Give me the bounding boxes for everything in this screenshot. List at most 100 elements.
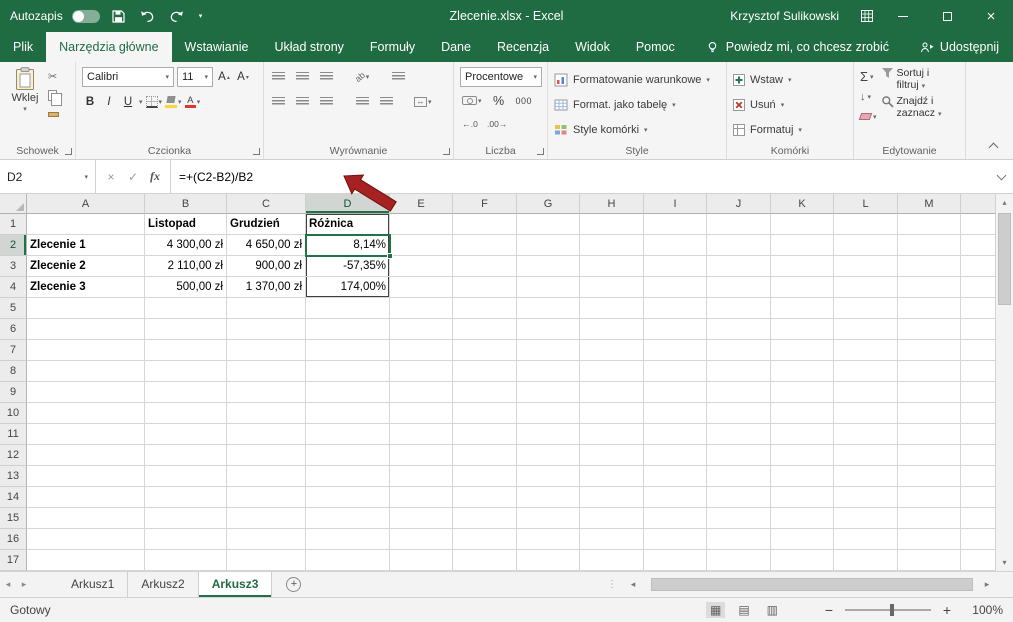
cell-b9[interactable] [145,382,227,403]
insert-cells-button[interactable]: Wstaw ▾ [733,67,848,92]
paste-button[interactable]: Wklej ▾ [6,67,44,121]
cell-l10[interactable] [834,403,898,424]
cell-e17[interactable] [390,550,453,571]
sheet-nav-left-icon[interactable]: ◂ [0,579,16,590]
cell-j14[interactable] [707,487,771,508]
cell-j9[interactable] [707,382,771,403]
cell-g8[interactable] [517,361,580,382]
scroll-right-icon[interactable]: ▸ [979,579,995,590]
cell-c16[interactable] [227,529,306,550]
column-header-e[interactable]: E [390,194,453,214]
cell-k12[interactable] [771,445,834,466]
row-header-10[interactable]: 10 [0,403,27,424]
cell-a9[interactable] [27,382,145,403]
cell-h6[interactable] [580,319,644,340]
accounting-format-button[interactable]: ▾ [462,91,482,110]
cell-c12[interactable] [227,445,306,466]
cell-d5[interactable] [306,298,390,319]
cell-l12[interactable] [834,445,898,466]
format-painter-button[interactable] [48,108,63,121]
cell-i14[interactable] [644,487,707,508]
cell-a2[interactable]: Zlecenie 1 [27,235,145,256]
cell-f9[interactable] [453,382,517,403]
cell-e11[interactable] [390,424,453,445]
page-layout-view-button[interactable]: ▤ [734,602,753,618]
cell-k17[interactable] [771,550,834,571]
cell-i15[interactable] [644,508,707,529]
cell-d16[interactable] [306,529,390,550]
close-button[interactable]: × [969,0,1013,32]
cell-e16[interactable] [390,529,453,550]
wrap-text-button[interactable] [390,67,406,86]
clear-button[interactable]: ▾ [860,109,877,124]
cell-j4[interactable] [707,277,771,298]
cell-i7[interactable] [644,340,707,361]
cell-b6[interactable] [145,319,227,340]
normal-view-button[interactable]: ▦ [706,602,725,618]
cell-b16[interactable] [145,529,227,550]
cell-l13[interactable] [834,466,898,487]
row-header-4[interactable]: 4 [0,277,27,298]
cell-j1[interactable] [707,214,771,235]
cell-c17[interactable] [227,550,306,571]
zoom-in-button[interactable]: + [940,602,954,618]
cell-l7[interactable] [834,340,898,361]
tab-dane[interactable]: Dane [428,32,484,62]
cell-k9[interactable] [771,382,834,403]
cell-a17[interactable] [27,550,145,571]
qat-customize-icon[interactable]: ▾ [196,12,206,20]
cell-g11[interactable] [517,424,580,445]
cell-j5[interactable] [707,298,771,319]
cell-h17[interactable] [580,550,644,571]
underline-button[interactable]: U [120,92,136,111]
tab-recenzja[interactable]: Recenzja [484,32,562,62]
increase-indent-button[interactable] [378,92,394,111]
cell-j17[interactable] [707,550,771,571]
cell-k6[interactable] [771,319,834,340]
cell-i3[interactable] [644,256,707,277]
tab-widok[interactable]: Widok [562,32,623,62]
horizontal-scrollbar[interactable]: ◂ ▸ [625,572,995,597]
cell-m1[interactable] [898,214,961,235]
cell-g9[interactable] [517,382,580,403]
cell-i1[interactable] [644,214,707,235]
cell-f13[interactable] [453,466,517,487]
cell-b1[interactable]: Listopad [145,214,227,235]
cell-h12[interactable] [580,445,644,466]
cell-f11[interactable] [453,424,517,445]
cell-e10[interactable] [390,403,453,424]
cell-i11[interactable] [644,424,707,445]
cell-e15[interactable] [390,508,453,529]
cell-l3[interactable] [834,256,898,277]
cell-e4[interactable] [390,277,453,298]
cell-h4[interactable] [580,277,644,298]
tab-narze-dzia-g-o-wne[interactable]: Narzędzia główne [46,32,171,62]
cell-f1[interactable] [453,214,517,235]
cell-f14[interactable] [453,487,517,508]
enter-icon[interactable]: ✓ [123,170,143,184]
horizontal-scroll-thumb[interactable] [651,578,973,591]
align-bottom-button[interactable] [318,67,334,86]
cell-h10[interactable] [580,403,644,424]
insert-function-button[interactable]: fx [145,169,165,184]
cell-e13[interactable] [390,466,453,487]
cell-b15[interactable] [145,508,227,529]
cell-h1[interactable] [580,214,644,235]
sheet-nav-right-icon[interactable]: ▸ [16,579,32,590]
number-format-select[interactable]: Procentowe▾ [460,67,542,87]
cell-d4[interactable]: 174,00% [306,277,390,298]
cell-d6[interactable] [306,319,390,340]
orientation-button[interactable]: ab▾ [354,67,370,86]
vertical-scroll-track[interactable] [996,211,1013,554]
ribbon-display-options-icon[interactable] [853,10,881,22]
cell-k10[interactable] [771,403,834,424]
cell-i16[interactable] [644,529,707,550]
cell-k4[interactable] [771,277,834,298]
cell-styles-button[interactable]: Style komórki ▾ [554,117,721,142]
cell-e6[interactable] [390,319,453,340]
align-middle-button[interactable] [294,67,310,86]
cell-a10[interactable] [27,403,145,424]
cell-e1[interactable] [390,214,453,235]
increase-font-button[interactable]: A▴ [216,68,232,87]
cell-b5[interactable] [145,298,227,319]
